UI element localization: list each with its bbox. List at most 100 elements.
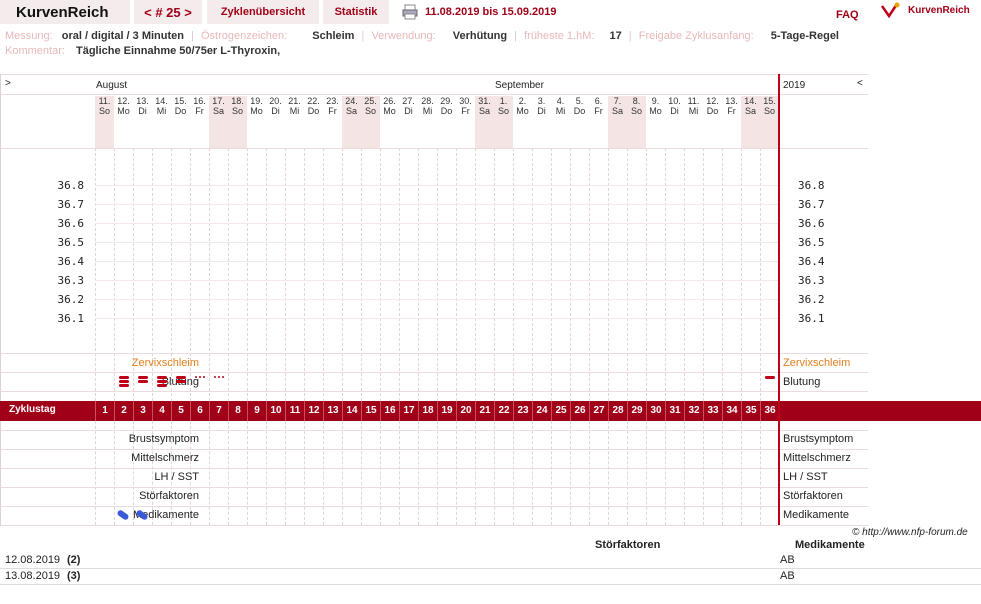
cycle-day-number[interactable]: 17 (399, 401, 418, 421)
cycle-day-number[interactable]: 35 (741, 401, 760, 421)
tab-zyklenuebersicht[interactable]: Zyklenübersicht (207, 0, 319, 24)
cycle-day-number[interactable]: 16 (380, 401, 399, 421)
day-header: 30. Fr (456, 96, 475, 148)
cycle-day-number[interactable]: 4 (152, 401, 171, 421)
cycle-day-number[interactable]: 19 (437, 401, 456, 421)
day-header: 6. Fr (589, 96, 608, 148)
cycle-day-number[interactable]: 5 (171, 401, 190, 421)
verwendung-value: Verhütung (452, 30, 508, 42)
cycle-day-number[interactable]: 29 (627, 401, 646, 421)
weekday: Sa (478, 106, 490, 116)
cycle-day-number[interactable]: 1 (95, 401, 114, 421)
cycle-day-number[interactable]: 33 (703, 401, 722, 421)
cycle-day-number[interactable]: 26 (570, 401, 589, 421)
cycle-day-number[interactable]: 18 (418, 401, 437, 421)
day-header: 2. Mo (513, 96, 532, 148)
day-number: 16. (193, 96, 206, 106)
nav-prev[interactable]: > (5, 78, 11, 89)
weekday: Di (670, 106, 679, 116)
cycle-day-number[interactable]: 27 (589, 401, 608, 421)
day-number: 12. (706, 96, 719, 106)
print-icon[interactable] (402, 4, 418, 20)
day-gridline (741, 421, 742, 525)
day-gridline (532, 421, 533, 525)
day-header: 12. Mo (114, 96, 133, 148)
day-gridline (285, 421, 286, 525)
day-number: 15. (763, 96, 776, 106)
day-number: 25. (364, 96, 377, 106)
row-day: (2) (67, 554, 81, 566)
day-number: 24. (345, 96, 358, 106)
cycle-day-number[interactable]: 6 (190, 401, 209, 421)
messung-value: oral / digital / 3 Minuten (61, 30, 184, 42)
row-label-mittel: Mittelschmerz (131, 452, 199, 464)
cycle-day-number[interactable]: 9 (247, 401, 266, 421)
day-gridline (418, 421, 419, 525)
cycle-day-number[interactable]: 21 (475, 401, 494, 421)
bleeding-spotting (213, 376, 216, 378)
col-stoerfaktoren: Störfaktoren (595, 539, 661, 551)
cycle-day-number[interactable]: 34 (722, 401, 741, 421)
cycle-day-number[interactable]: 2 (114, 401, 133, 421)
cycle-day-number[interactable]: 23 (513, 401, 532, 421)
messung-label: Messung: (5, 30, 53, 42)
cycle-day-number[interactable]: 31 (665, 401, 684, 421)
bleeding-spotting (221, 376, 224, 378)
day-number: 27. (402, 96, 415, 106)
row-label-medi-right: Medikamente (783, 509, 850, 521)
cycle-day-number[interactable]: 28 (608, 401, 627, 421)
row-separator (0, 430, 868, 431)
row-separator (0, 74, 868, 75)
cycle-day-number[interactable]: 15 (361, 401, 380, 421)
cycle-day-number[interactable]: 3 (133, 401, 152, 421)
bleeding-mark (137, 376, 148, 379)
fruehest-value: 17 (609, 30, 622, 42)
day-number: 3. (537, 96, 546, 106)
cycle-day-number[interactable]: 7 (209, 401, 228, 421)
row-separator (0, 372, 868, 373)
credit[interactable]: © http://www.nfp-forum.de (852, 527, 968, 538)
cycle-nav[interactable]: < # 25 > (134, 0, 202, 24)
day-number: 13. (136, 96, 149, 106)
cycle-day-number[interactable]: 25 (551, 401, 570, 421)
row-separator (0, 148, 868, 149)
tab-statistik[interactable]: Statistik (323, 0, 389, 24)
temp-label-left: 36.1 (57, 312, 85, 325)
day-gridline (760, 421, 761, 525)
day-gridline (380, 421, 381, 525)
row-day: (3) (67, 570, 81, 582)
cycle-day-number[interactable]: 32 (684, 401, 703, 421)
cycle-day-number[interactable]: 22 (494, 401, 513, 421)
bleeding-mark (137, 380, 148, 383)
day-header: 12. Do (703, 96, 722, 148)
cycle-day-number[interactable]: 13 (323, 401, 342, 421)
logo-icon (880, 2, 900, 20)
cycle-day-number[interactable]: 36 (760, 401, 779, 421)
cycle-day-number[interactable]: 24 (532, 401, 551, 421)
nav-next[interactable]: < (857, 78, 863, 89)
brand-title[interactable]: KurvenReich (0, 0, 130, 24)
cycle-day-number[interactable]: 12 (304, 401, 323, 421)
weekday: Do (307, 106, 320, 116)
faq-link[interactable]: FAQ (836, 9, 859, 21)
day-header: 19. Mo (247, 96, 266, 148)
cycle-day-number[interactable]: 14 (342, 401, 361, 421)
year-label: 2019 (783, 80, 806, 91)
bleeding-spotting (198, 376, 201, 378)
day-gridline (646, 421, 647, 525)
cycle-day-number[interactable]: 20 (456, 401, 475, 421)
temp-gridline (95, 280, 778, 281)
weekday: Fr (195, 106, 204, 116)
weekday: Mo (516, 106, 529, 116)
row-label-zervix: Zervixschleim (131, 357, 199, 369)
row-label-brust: Brustsymptom (128, 433, 199, 445)
day-number: 22. (307, 96, 320, 106)
day-header: 15. Do (171, 96, 190, 148)
cycle-day-number[interactable]: 10 (266, 401, 285, 421)
bleeding-mark (156, 376, 167, 379)
cycle-day-number[interactable]: 8 (228, 401, 247, 421)
cycle-day-number[interactable]: 30 (646, 401, 665, 421)
kommentar-label: Kommentar: (5, 45, 65, 57)
day-gridline (703, 421, 704, 525)
cycle-day-number[interactable]: 11 (285, 401, 304, 421)
